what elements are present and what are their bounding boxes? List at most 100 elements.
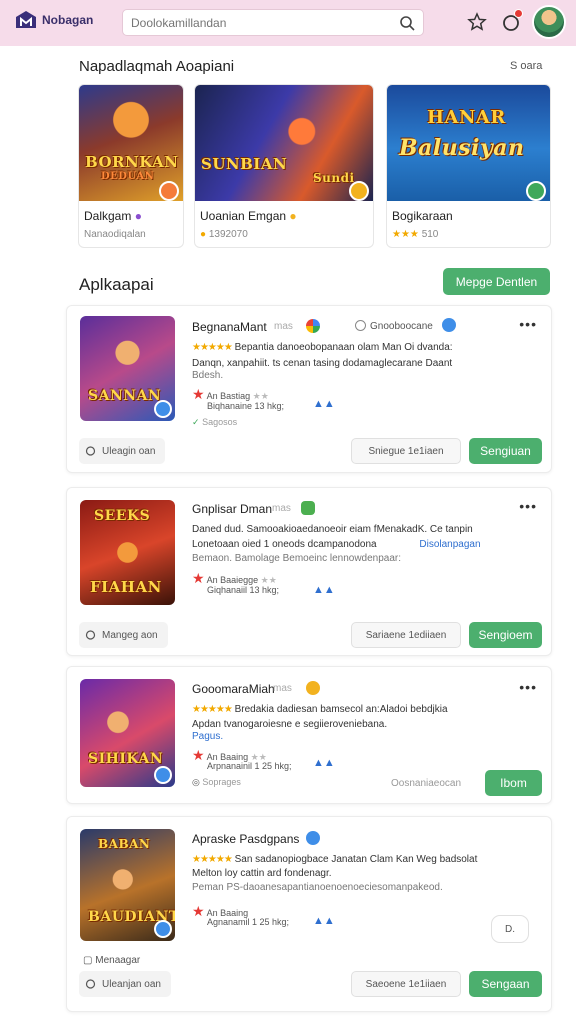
location-chip[interactable]: Uleanjan oan (79, 971, 171, 997)
box-button[interactable]: D. (491, 915, 529, 943)
app-name[interactable]: GooomaraMiah (192, 682, 275, 696)
secondary-button[interactable]: Sariaene 1ediiaen (351, 622, 461, 648)
app-desc-line: Danqn, xanpahiit. ts cenan tasing dodama… (192, 358, 453, 369)
thumbnail-title: FIAHAN (90, 578, 162, 596)
app-meta: mas (272, 503, 291, 514)
avatar[interactable] (532, 5, 566, 39)
app-desc-line: Melton loy cattin ard fondenagr. (192, 868, 332, 879)
badge-icon (159, 181, 179, 201)
app-card: SEEKS FIAHAN Gnplisar Dman mas ••• Daned… (66, 487, 552, 656)
app-desc-line: ★★★★★ San sadanopiogbace Janatan Clam Ka… (192, 854, 478, 865)
verified-icon (306, 831, 320, 845)
thumbnail-title: SANNAN (88, 388, 162, 404)
featured-title: Napadlaqmah Aoapiani (79, 58, 235, 75)
app-desc-line: Daned dud. Samooakioaedanoeoir eiam fMen… (192, 524, 473, 535)
featured-name: Uoanian Emgan ● (200, 209, 297, 223)
app-name[interactable]: BegnanaMant (192, 320, 267, 334)
checkbox-icon[interactable] (355, 320, 366, 331)
featured-art-title: HANAR (427, 107, 506, 128)
app-small-extra: ✓ Sagosos (192, 417, 238, 427)
chip-top-label[interactable]: ▢ Menaagar (83, 955, 140, 966)
featured-art: HANAR Balusiyan (387, 85, 550, 201)
search-icon[interactable] (399, 15, 415, 31)
logo-text: Nobagan (42, 13, 94, 27)
location-icon (85, 978, 96, 989)
featured-card[interactable]: HANAR Balusiyan Bogikaraan ★★★ 510 (386, 84, 551, 248)
app-desc-line: Bemaon. Bamolage Bemoeinc lennowdenpaar: (192, 553, 402, 564)
app-card: SIHIKAN GooomaraMiah mas ••• ★★★★★ Breda… (66, 666, 552, 804)
app-desc-line: ★★★★★ Bredakia dadiesan bamsecol an:Alad… (192, 704, 448, 715)
header-action-button[interactable]: Mepge Dentlen (443, 268, 550, 295)
star-icon[interactable] (467, 12, 487, 32)
thumbs-icon[interactable]: ▲▲ (313, 911, 343, 927)
more-options-icon[interactable]: ••• (519, 316, 537, 332)
primary-button[interactable]: Sengioem (469, 622, 542, 648)
thumbnail-title: SIHIKAN (88, 751, 164, 767)
app-thumbnail[interactable]: SEEKS FIAHAN (80, 500, 175, 605)
featured-name: Dalkgam ● (84, 209, 142, 223)
chip-label: Uleagin oan (102, 445, 156, 457)
app-desc-line: ★★★★★ Bepantia danoeobopanaan olam Man O… (192, 342, 453, 353)
thumbs-icon[interactable]: ▲▲ (313, 753, 343, 769)
featured-art: SUNBIAN Sundi (195, 85, 373, 201)
apps-title: Aplkaapai (79, 275, 154, 294)
search-input[interactable] (131, 15, 399, 30)
featured-art-title: BORNKAN (85, 153, 179, 171)
featured-name: Bogikaraan (392, 209, 453, 223)
app-sub-label: Biqhanaine 13 hkg; (207, 401, 285, 411)
featured-sub: ● 1392070 (200, 229, 248, 240)
featured-card[interactable]: BORNKAN DEDUAN Dalkgam ● Nanaodiqalan (78, 84, 184, 248)
chip-label: Mangeg aon (102, 629, 158, 641)
primary-button[interactable]: Sengiuan (469, 438, 542, 464)
verified-icon (306, 319, 320, 333)
badge-icon (526, 181, 546, 201)
app-desc-line: Lonetoaan oied 1 oneods dcampanodona Dis… (192, 539, 481, 550)
app-desc-line: Apdan tvanogaroiesne e segiieroveniebana… (192, 719, 388, 730)
thumbnail-top-title: SEEKS (94, 508, 151, 524)
app-meta: mas (274, 321, 293, 332)
secondary-text-link[interactable]: Oosnaniaeocan (391, 778, 461, 789)
download-icon[interactable] (154, 766, 172, 784)
secondary-button[interactable]: Saeoene 1e1iiaen (351, 971, 461, 997)
thumbs-icon[interactable]: ▲▲ (313, 394, 343, 410)
featured-card[interactable]: SUNBIAN Sundi Uoanian Emgan ● ● 1392070 (194, 84, 374, 248)
app-desc-line: Bdesh. (192, 370, 224, 381)
chip-label: Uleanjan oan (102, 978, 161, 990)
app-meta: mas (273, 683, 292, 694)
app-logo[interactable]: Nobagan (14, 10, 93, 30)
app-card: BABAN BAUDIANT Apraske Pasdgpans ★★★★★ S… (66, 816, 552, 1012)
featured-art-sub: Sundi (313, 171, 355, 185)
app-thumbnail[interactable]: SANNAN (80, 316, 175, 421)
app-sub-label: Agnanamil 1 25 hkg; (207, 917, 290, 927)
featured-art-title: SUNBIAN (201, 155, 288, 173)
badge-icon (349, 181, 369, 201)
location-chip[interactable]: Mangeg aon (79, 622, 168, 648)
download-icon[interactable] (154, 400, 172, 418)
verified-icon (306, 681, 320, 695)
location-icon (85, 629, 96, 640)
featured-art-sub: DEDUAN (101, 171, 155, 182)
search-box[interactable] (122, 9, 424, 36)
app-sub-label: Giqhanaiil 13 hkg; (207, 585, 280, 595)
secondary-button[interactable]: Sniegue 1e1iaen (351, 438, 461, 464)
app-name[interactable]: Gnplisar Dman (192, 502, 272, 516)
app-thumbnail[interactable]: SIHIKAN (80, 679, 175, 787)
location-chip[interactable]: Uleagin oan (79, 438, 166, 464)
app-desc-line: Peman PS-daoanesapantianoenoenoeciesoman… (192, 882, 443, 893)
featured-art-sub: Balusiyan (399, 135, 525, 161)
thumbs-icon[interactable]: ▲▲ (313, 580, 343, 596)
app-thumbnail[interactable]: BABAN BAUDIANT (80, 829, 175, 941)
location-icon (85, 445, 96, 456)
app-card: SANNAN BegnanaMant mas Gnooboocane ••• ★… (66, 305, 552, 473)
app-small-extra: ◎ Soprages (192, 777, 241, 787)
more-options-icon[interactable]: ••• (519, 679, 537, 695)
download-icon[interactable] (154, 920, 172, 938)
primary-button[interactable]: Ibom (485, 770, 542, 796)
app-sub-label: Arpnanainil 1 25 hkg; (207, 761, 292, 771)
app-name[interactable]: Apraske Pasdgpans (192, 832, 299, 846)
more-options-icon[interactable]: ••• (519, 498, 537, 514)
see-all-link[interactable]: S oara (510, 60, 542, 72)
primary-button[interactable]: Sengaan (469, 971, 542, 997)
logo-icon (16, 11, 36, 28)
verified-badge-icon (442, 318, 456, 332)
